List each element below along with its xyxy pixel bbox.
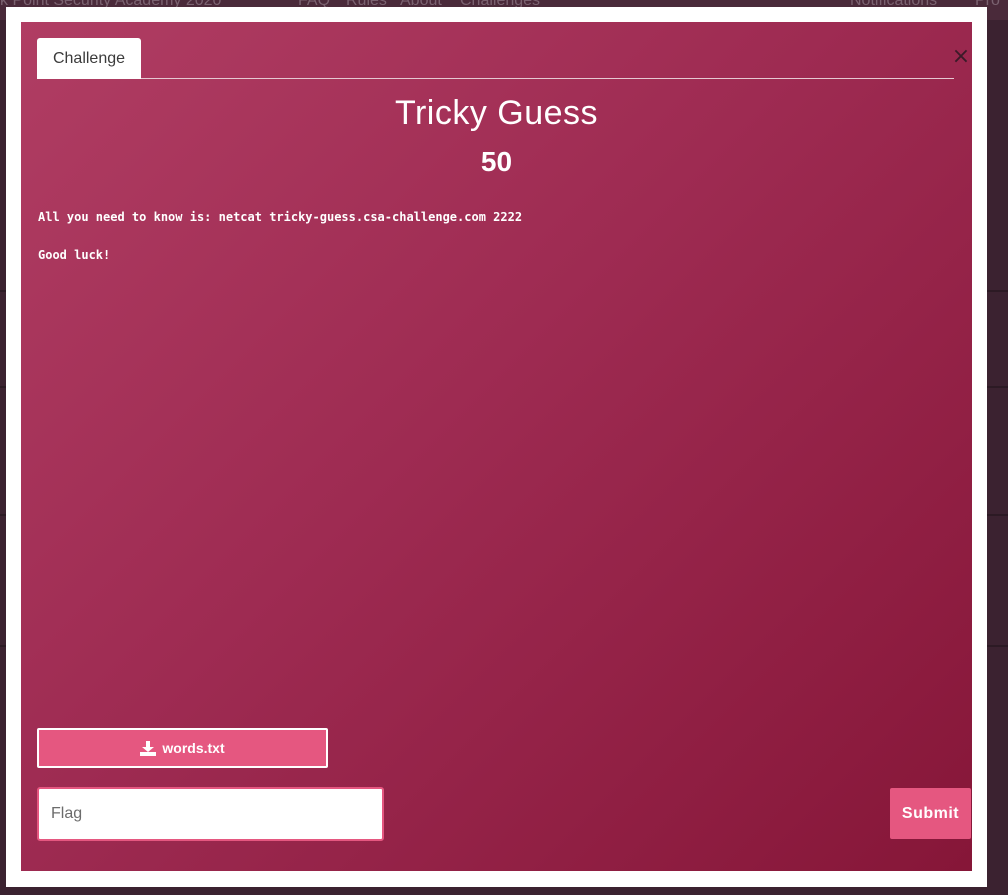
download-file-button[interactable]: words.txt: [37, 728, 328, 768]
tab-divider: [141, 78, 954, 79]
challenge-modal: × Challenge Tricky Guess 50 All you need…: [6, 7, 987, 887]
download-icon: [140, 740, 157, 756]
flag-input[interactable]: [37, 787, 384, 841]
challenge-description: All you need to know is: netcat tricky-g…: [38, 210, 938, 286]
file-name: words.txt: [162, 740, 225, 756]
submit-button[interactable]: Submit: [890, 788, 971, 839]
modal-body: × Challenge Tricky Guess 50 All you need…: [21, 22, 972, 871]
close-icon[interactable]: ×: [951, 46, 971, 68]
description-line: Good luck!: [38, 248, 111, 262]
tab-challenge[interactable]: Challenge: [37, 38, 141, 79]
challenge-title: Tricky Guess: [394, 94, 599, 132]
description-line: All you need to know is: netcat tricky-g…: [38, 210, 523, 224]
challenge-points: 50: [480, 146, 513, 177]
